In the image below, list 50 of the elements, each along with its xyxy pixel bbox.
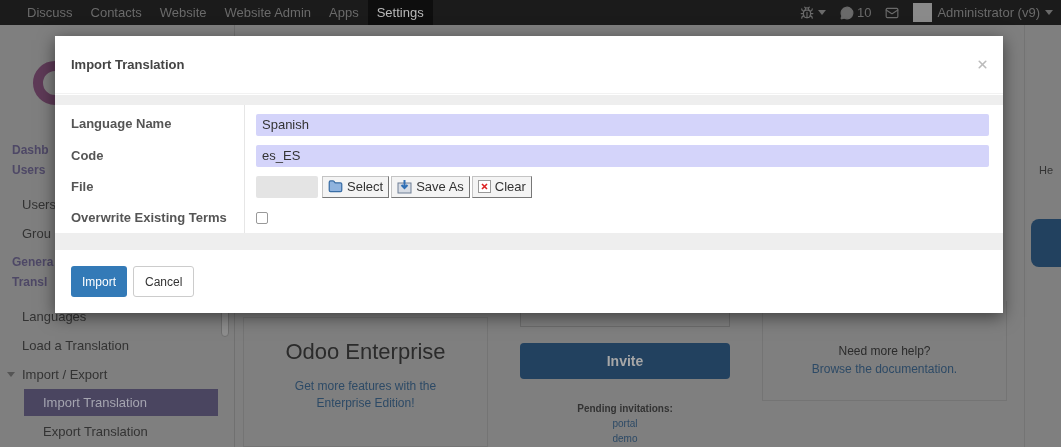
menu-item[interactable]: Load a Translation [22, 335, 129, 356]
file-action-button[interactable]: Clear [471, 175, 532, 198]
message-count: 10 [856, 3, 872, 22]
close-button[interactable] [976, 58, 989, 71]
card-title: Odoo Enterprise [285, 338, 446, 366]
file-action-button[interactable]: Select [322, 175, 390, 198]
bug-icon[interactable] [799, 5, 814, 20]
file-action-button[interactable]: Save As [391, 175, 470, 198]
chat-icon[interactable] [839, 5, 854, 20]
mail-icon[interactable] [885, 5, 900, 20]
menu-item[interactable]: Settings [367, 0, 433, 25]
secondary-button[interactable]: Cancel [133, 266, 195, 297]
menu-item[interactable]: Import / Export [22, 364, 108, 385]
field-label: File [71, 177, 94, 196]
invitation-link[interactable]: portal [612, 416, 638, 431]
menu-item[interactable]: Grou [22, 223, 51, 244]
menu-item[interactable]: Website Admin [215, 0, 321, 25]
field-label: Language Name [71, 114, 172, 133]
invitation-link[interactable]: demo [612, 431, 638, 446]
user-menu[interactable]: Administrator (v9) [937, 2, 1040, 23]
text-field[interactable]: es_ES [256, 144, 989, 167]
primary-button[interactable]: Import [71, 266, 127, 297]
field-label: Code [71, 146, 104, 165]
help-text: Need more help? [838, 343, 931, 360]
caret-icon [817, 10, 826, 15]
app-tile[interactable] [1031, 218, 1061, 267]
documentation-link[interactable]: Browse the documentation. [811, 360, 958, 378]
menu-item[interactable]: Apps [320, 0, 368, 25]
dialog-title: Import Translation [71, 55, 185, 74]
field-label: Overwrite Existing Terms [71, 208, 227, 227]
menu-item[interactable]: Users [22, 194, 56, 215]
caret-icon [1045, 10, 1053, 15]
menu-item[interactable]: Import Translation [24, 389, 218, 416]
menu-item[interactable]: Export Translation [24, 418, 218, 445]
invite-button[interactable]: Invite [520, 343, 730, 379]
avatar-placeholder [913, 3, 933, 22]
file-field[interactable] [256, 175, 318, 198]
text-field[interactable]: Spanish [256, 113, 989, 136]
menu-item[interactable]: Website [150, 0, 216, 25]
clear-icon [477, 180, 491, 193]
column-text: He [1039, 163, 1055, 178]
enterprise-link[interactable]: Get more features with the Enterprise Edition! [275, 378, 456, 412]
menu-item[interactable]: Contacts [81, 0, 151, 25]
pending-label: Pending invitations: [577, 402, 673, 416]
ring-logo [30, 60, 55, 105]
checkbox[interactable] [256, 211, 268, 224]
folder-icon [328, 179, 343, 194]
save-icon [397, 179, 413, 194]
menu-item[interactable]: Discuss [18, 0, 82, 25]
section-heading: Dashb [12, 142, 49, 159]
